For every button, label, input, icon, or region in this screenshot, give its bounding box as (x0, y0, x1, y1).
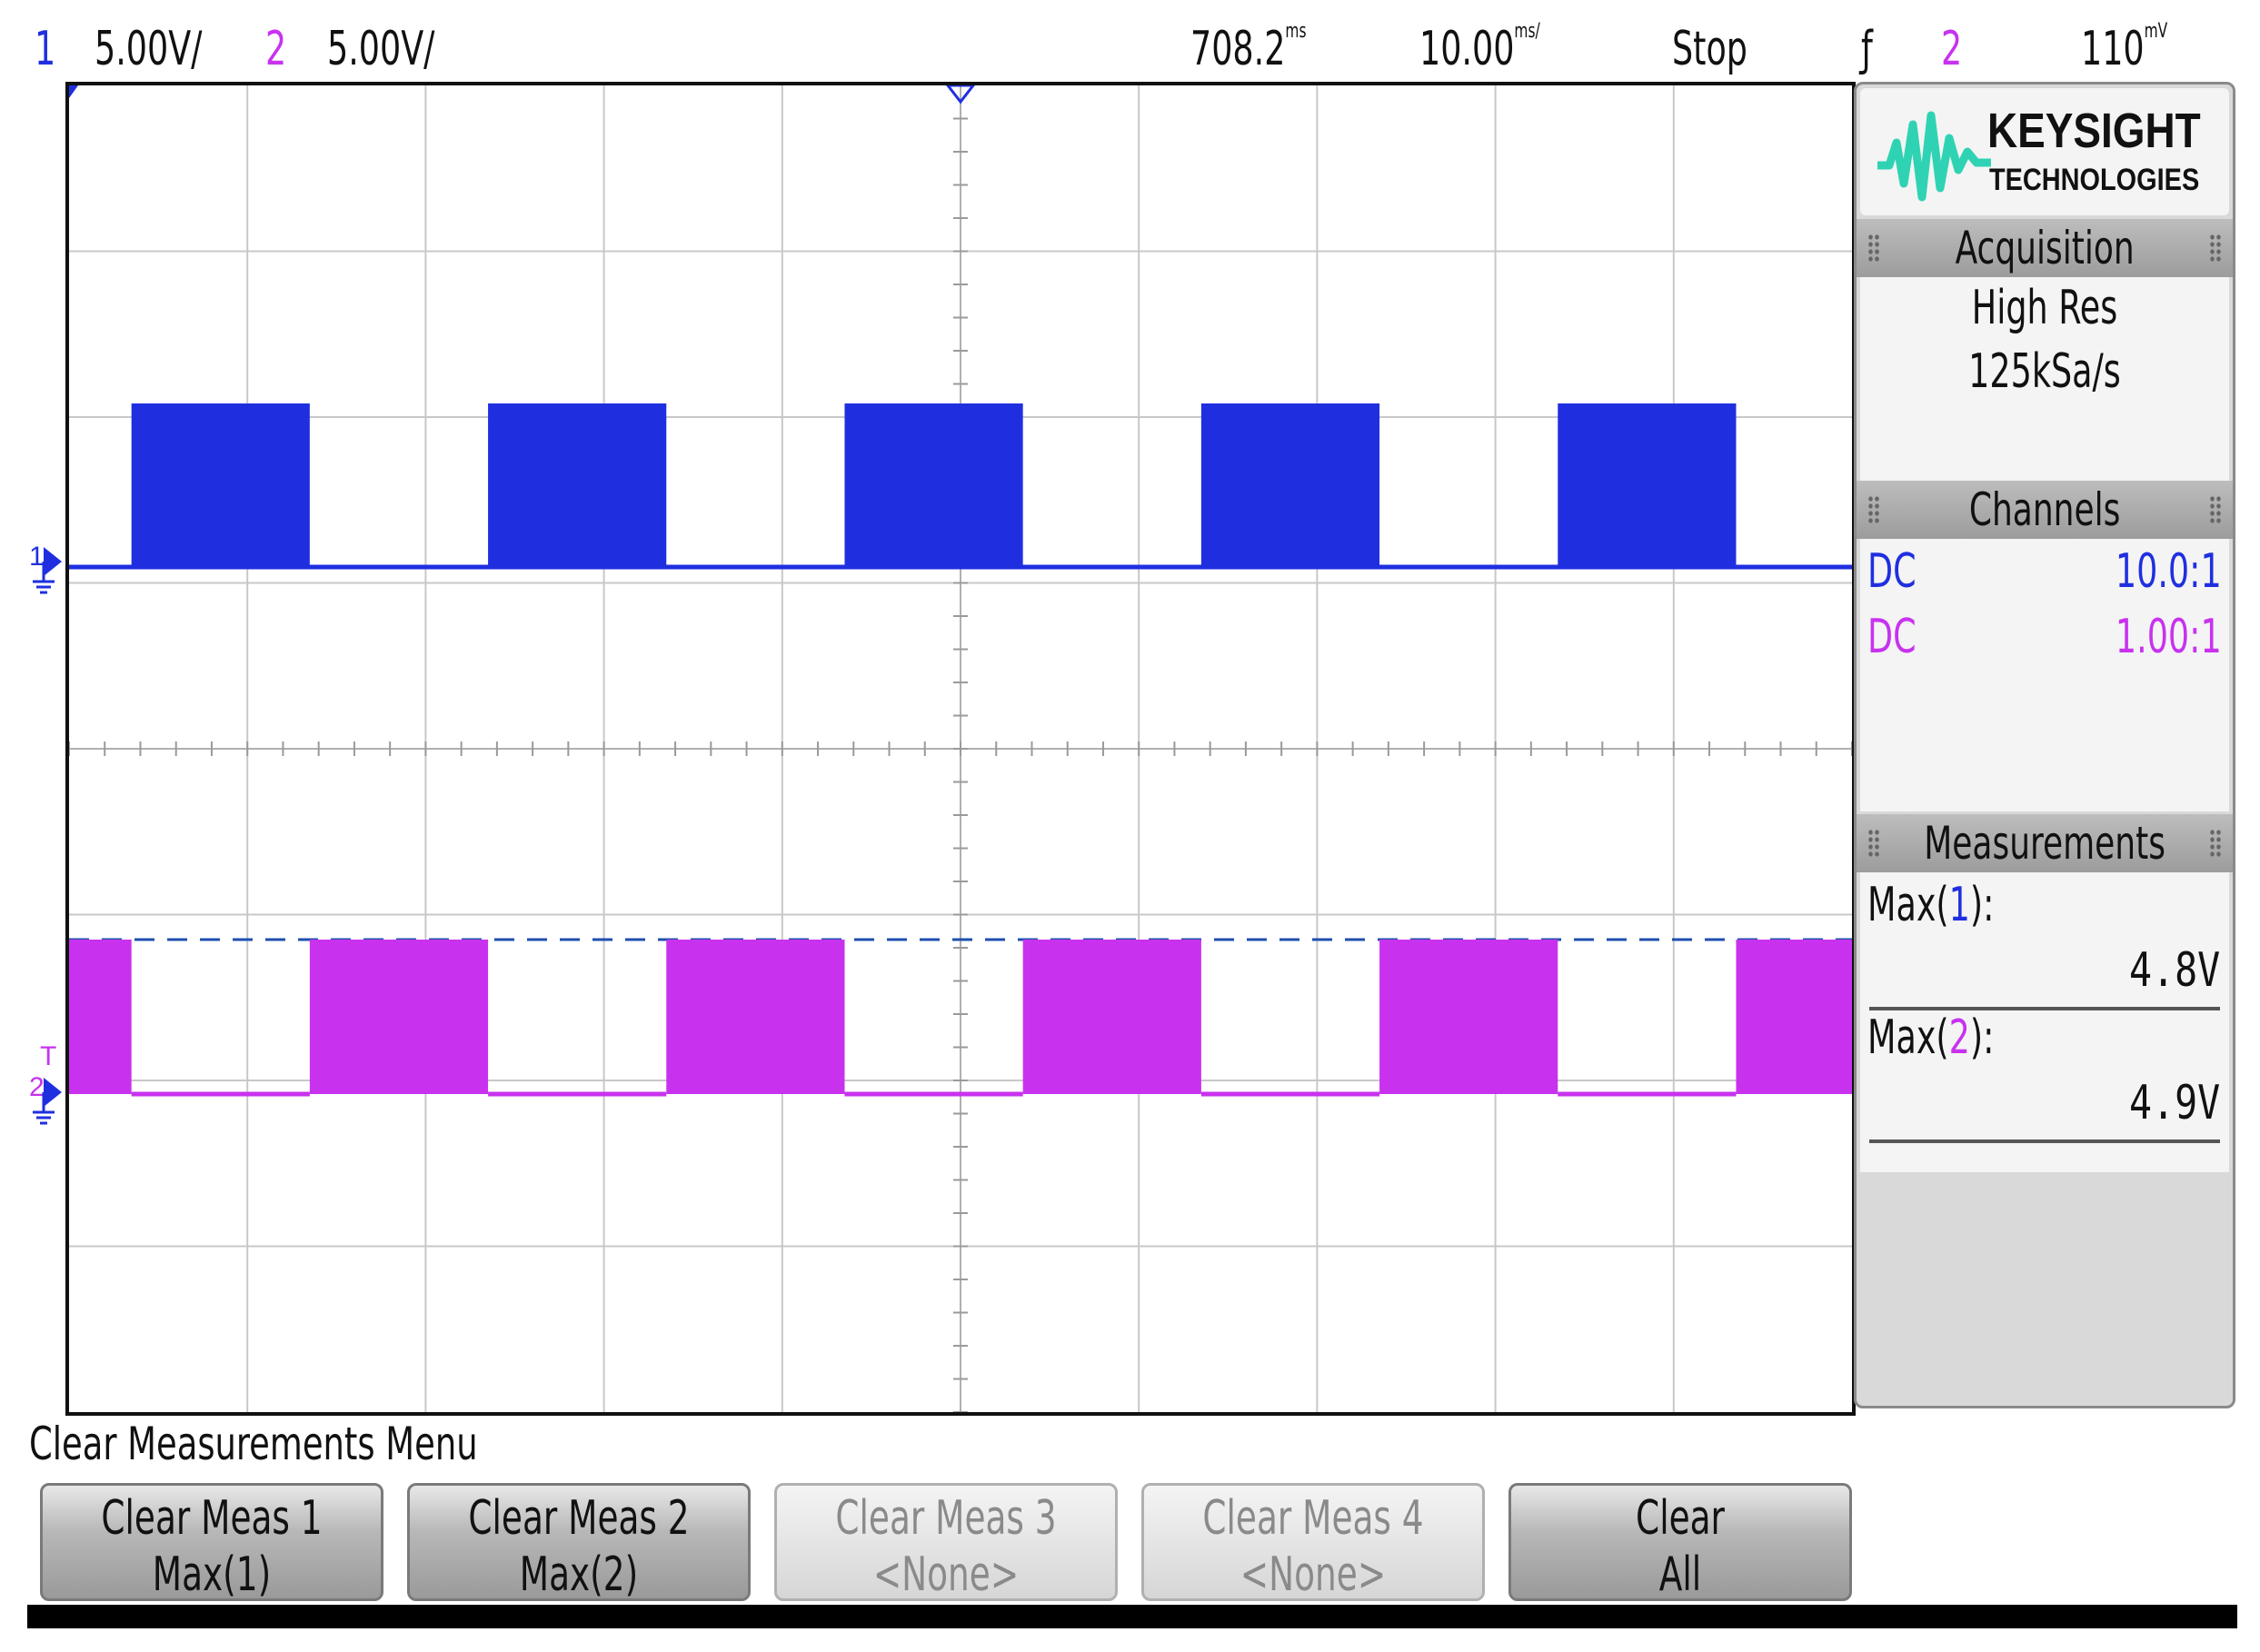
waveform-display[interactable] (65, 82, 1856, 1416)
softkey-line2: Max(1) (152, 1548, 272, 1602)
channel1-marker-label: 1 (29, 542, 45, 572)
clear-meas-2-button[interactable]: Clear Meas 2 Max(2) (407, 1483, 751, 1602)
channel2-burst (1022, 940, 1201, 1094)
waveform-graticule (69, 85, 1852, 1412)
drag-grip-icon[interactable] (1867, 829, 1880, 858)
measurement2-label-channel: 2 (1948, 1010, 1970, 1065)
measurements-header[interactable]: Measurements (1857, 814, 2233, 872)
softkey-line1: Clear (1636, 1491, 1725, 1546)
drag-grip-icon[interactable] (1867, 234, 1880, 263)
measurement2-label[interactable]: Max(2): (1867, 1010, 1994, 1065)
keysight-wave-icon (1877, 111, 1991, 202)
clear-meas-4-button[interactable]: Clear Meas 4 <None> (1141, 1483, 1485, 1602)
keysight-logo: KEYSIGHT TECHNOLOGIES (1860, 88, 2229, 215)
channel1-number[interactable]: 1 (35, 16, 55, 82)
channel2-ground-marker-icon: T 2 (29, 1041, 62, 1125)
channel1-pulse (131, 403, 310, 567)
sample-rate: 125kSa/s (1968, 344, 2121, 399)
channel2-burst (1736, 940, 1852, 1094)
time-scale-unit: ms/ (1514, 20, 1540, 43)
menu-title: Clear Measurements Menu (29, 1418, 478, 1470)
measurements-title: Measurements (1924, 817, 2165, 870)
channel1-pulse (844, 403, 1023, 567)
channel1-pulse (1558, 403, 1737, 567)
drag-grip-icon[interactable] (1867, 495, 1880, 524)
measurement1-label-prefix: Max( (1867, 878, 1949, 932)
brand-subtitle: TECHNOLOGIES (1989, 163, 2200, 197)
channels-title: Channels (1968, 483, 2121, 536)
clear-all-button[interactable]: Clear All (1508, 1483, 1852, 1602)
side-panel: KEYSIGHT TECHNOLOGIES Acquisition High R… (1854, 82, 2235, 1408)
measurement1-label-channel: 1 (1948, 878, 1970, 932)
channel1-scale[interactable]: 5.00V/ (95, 16, 202, 82)
softkey-line1: Clear Meas 3 (835, 1491, 1057, 1546)
measurement-divider (1869, 1139, 2220, 1143)
channel2-scale[interactable]: 5.00V/ (327, 16, 434, 82)
measurement1-label[interactable]: Max(1): (1867, 878, 1994, 932)
measurement2-value: 4.9V (2128, 1076, 2220, 1130)
measurement1-value: 4.8V (2128, 943, 2220, 998)
trigger-source[interactable]: 2 (1941, 16, 1962, 82)
delay-marker-icon (69, 85, 78, 98)
trigger-level-value: 110 (2081, 22, 2145, 76)
channels-header[interactable]: Channels (1857, 481, 2233, 539)
channel2-number[interactable]: 2 (265, 16, 286, 82)
time-scale-value: 10.00 (1419, 22, 1515, 76)
channel1-ground-marker[interactable]: 1 (27, 536, 64, 609)
channel1-pulse (488, 403, 667, 567)
channel1-coupling[interactable]: DC (1867, 544, 1917, 599)
trigger-level-unit: mV (2144, 20, 2168, 43)
softkey-line1: Clear Meas 1 (101, 1491, 323, 1546)
softkey-line2: <None> (872, 1548, 1020, 1602)
bottom-bar (27, 1605, 2237, 1628)
channel2-ground-marker[interactable]: T 2 (27, 1036, 64, 1136)
brand-name: KEYSIGHT (1987, 104, 2201, 158)
acquisition-header[interactable]: Acquisition (1857, 219, 2233, 277)
drag-grip-icon[interactable] (2209, 234, 2222, 263)
channel2-burst (309, 940, 489, 1094)
softkey-line1: Clear Meas 2 (468, 1491, 690, 1546)
time-delay[interactable]: 708.2ms (1190, 16, 1307, 82)
time-delay-value: 708.2 (1190, 22, 1286, 76)
channel2-burst (69, 940, 132, 1094)
softkey-line2: <None> (1240, 1548, 1387, 1602)
run-state[interactable]: Stop (1672, 16, 1747, 82)
time-scale[interactable]: 10.00ms/ (1419, 16, 1540, 82)
channels-section: DC 10.0:1 DC 1.00:1 (1860, 539, 2229, 811)
measurement2-label-prefix: Max( (1867, 1010, 1949, 1065)
measurements-section: Max(1): 4.8V Max(2): 4.9V (1860, 872, 2229, 1172)
trigger-level-marker: T (40, 1041, 56, 1071)
status-bar: 1 5.00V/ 2 5.00V/ 708.2ms 10.00ms/ Stop … (27, 16, 2237, 82)
measurement1-label-suffix: ): (1969, 878, 1995, 932)
time-delay-unit: ms (1285, 20, 1307, 43)
channel1-pulse (1200, 403, 1380, 567)
acquisition-mode: High Res (1971, 281, 2118, 335)
channel2-burst (1379, 940, 1558, 1094)
channel2-burst (666, 940, 845, 1094)
softkey-line2: All (1658, 1548, 1702, 1602)
softkey-line2: Max(2) (519, 1548, 639, 1602)
clear-meas-1-button[interactable]: Clear Meas 1 Max(1) (40, 1483, 383, 1602)
channel2-probe-ratio[interactable]: 1.00:1 (2116, 610, 2222, 664)
trigger-level[interactable]: 110mV (2081, 16, 2167, 82)
softkey-line1: Clear Meas 4 (1202, 1491, 1424, 1546)
channel2-coupling[interactable]: DC (1867, 610, 1917, 664)
drag-grip-icon[interactable] (2209, 829, 2222, 858)
channel2-marker-label: 2 (29, 1072, 45, 1102)
trigger-edge-icon[interactable]: ƒ (1861, 16, 1873, 82)
measurement2-label-suffix: ): (1969, 1010, 1995, 1065)
channel1-ground-marker-icon: 1 (29, 542, 62, 594)
clear-meas-3-button[interactable]: Clear Meas 3 <None> (774, 1483, 1118, 1602)
acquisition-title: Acquisition (1955, 222, 2135, 274)
drag-grip-icon[interactable] (2209, 495, 2222, 524)
channel1-probe-ratio[interactable]: 10.0:1 (2116, 544, 2222, 599)
